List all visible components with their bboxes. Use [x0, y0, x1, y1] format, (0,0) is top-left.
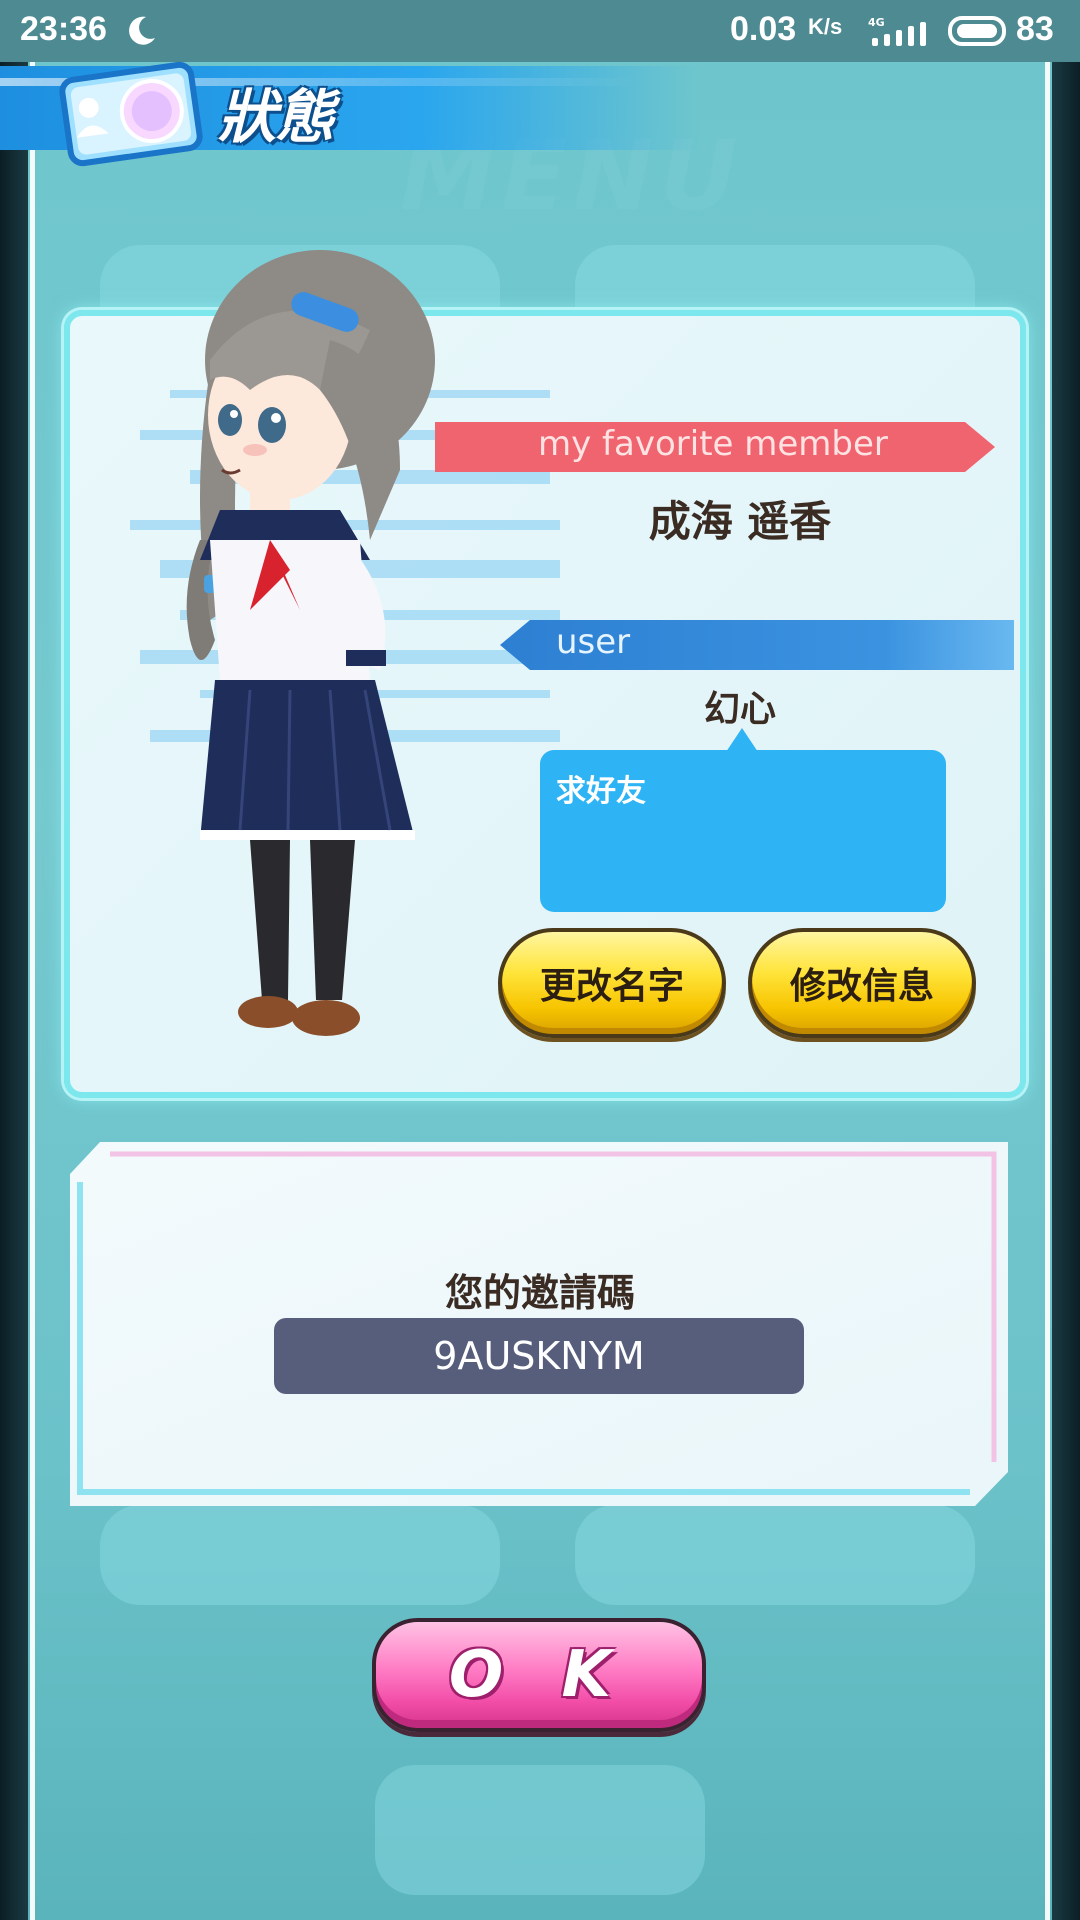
frame-line-left — [30, 60, 35, 1920]
favorite-member-name: 成海 遥香 — [648, 497, 832, 546]
ok-button[interactable]: O K — [372, 1618, 706, 1732]
user-label: user — [556, 622, 631, 662]
message-bubble-tail — [726, 728, 758, 752]
network-speed: 0.03 — [730, 10, 797, 48]
screen: 23:36 0.03 K/s 4G 83 MENU 狀態 my favorite… — [0, 0, 1080, 1920]
profile-message: 求好友 — [556, 774, 646, 809]
invite-code-title: 您的邀請碼 — [444, 1271, 635, 1315]
status-card-icon — [59, 61, 203, 167]
edit-info-button[interactable]: 修改信息 — [748, 928, 976, 1038]
frame-right — [1052, 0, 1080, 1920]
moon-icon — [129, 16, 155, 45]
status-time: 23:36 — [20, 10, 107, 48]
ok-button-label: O K — [448, 1638, 630, 1712]
bg-menu-tile — [375, 1765, 705, 1895]
network-speed-unit: K/s — [808, 14, 843, 39]
character-avatar — [186, 250, 435, 1036]
status-bar: 23:36 0.03 K/s 4G 83 — [0, 0, 1080, 62]
frame-left — [0, 0, 28, 1920]
bg-menu-tile — [575, 1505, 975, 1605]
frame-line-right — [1045, 60, 1050, 1920]
change-name-button[interactable]: 更改名字 — [498, 928, 726, 1038]
signal-icon: 4G — [868, 16, 926, 46]
svg-text:4G: 4G — [868, 16, 885, 29]
battery-icon — [948, 16, 1006, 46]
invite-code-field[interactable]: 9AUSKNYM — [274, 1318, 804, 1394]
bg-menu-tile — [100, 1505, 500, 1605]
user-name: 幻心 — [703, 689, 776, 730]
favorite-label: my favorite member — [538, 424, 888, 464]
battery-level: 83 — [1016, 10, 1054, 48]
page-title: 狀態 — [218, 83, 335, 151]
